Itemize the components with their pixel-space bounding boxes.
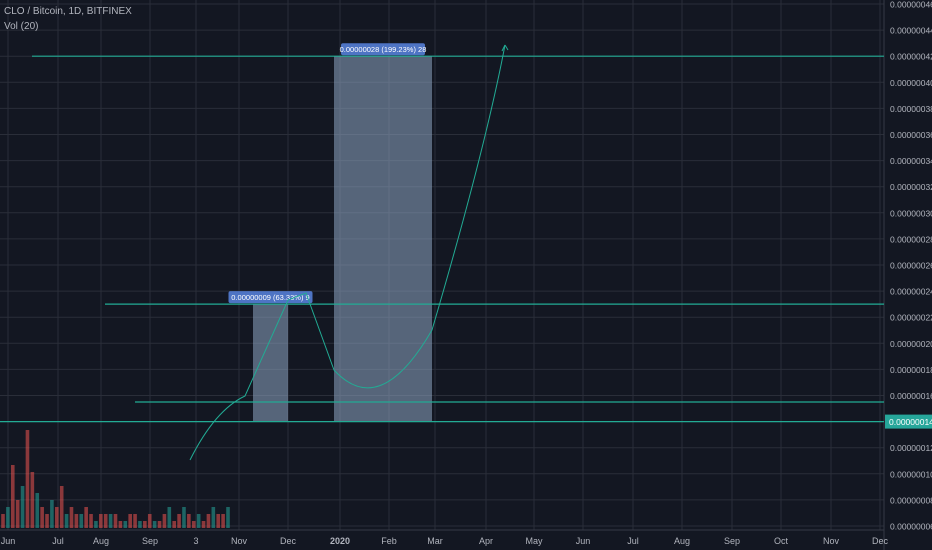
volume-bar [10,465,15,528]
y-tick-label: 0.00000034 [890,156,932,166]
y-tick-label: 0.00000038 [890,104,932,114]
x-tick-label: May [525,536,543,546]
x-tick-label: Nov [231,536,248,546]
y-tick-label: 0.00000032 [890,182,932,192]
volume-bar [55,507,59,528]
y-tick-label: 0.00000006 [890,522,932,532]
volume-bar [143,521,147,528]
x-tick-label: Dec [280,536,297,546]
volume-bar [162,514,167,528]
volume-bar [177,514,181,528]
y-tick-label: 0.00000036 [890,130,932,140]
volume-bar [152,521,157,528]
price-range-label: 0.00000009 (63.33%) 9 [231,293,309,302]
y-tick-label: 0.00000010 [890,469,932,479]
volume-bar [157,521,162,528]
y-tick-label: 0.00000018 [890,365,932,375]
y-tick-label: 0.00000040 [890,78,932,88]
volume-bar [74,514,79,528]
volume-bar [221,514,225,528]
symbol-title: CLO / Bitcoin, 1D, BITFINEX [4,6,132,17]
volume-bar [94,521,98,528]
volume-bar [201,521,206,528]
volume-bar [226,507,230,528]
volume-bar [138,521,142,528]
volume-bar [64,514,69,528]
x-tick-label: Aug [93,536,109,546]
volume-bar [40,507,44,528]
volume-bar [216,514,221,528]
volume-bar [1,514,5,528]
x-tick-label: 2020 [330,536,350,546]
volume-bar [187,514,191,528]
y-tick-label: 0.00000024 [890,287,932,297]
volume-bar [6,507,10,528]
volume-bar [30,472,35,528]
volume-bar [59,486,64,528]
volume-bar [182,507,186,528]
volume-bar [69,507,74,528]
price-range-box[interactable] [334,56,432,422]
volume-bar [35,493,40,528]
x-tick-label: Nov [823,536,840,546]
volume-bar [128,514,132,528]
x-tick-label: Sep [724,536,740,546]
volume-bar [206,514,211,528]
price-chart[interactable]: 0.00000046 0.00000044 0.00000042 0.00000040… [0,0,932,550]
x-tick-label: 3 [193,536,198,546]
x-tick-label: Jun [1,536,16,546]
volume-bar [79,514,84,528]
y-tick-label: 0.00000046 [890,0,932,10]
y-tick-label: 0.00000022 [890,313,932,323]
volume-bar [20,486,25,528]
y-tick-label: 0.00000016 [890,391,932,401]
current-price-label: 0.00000014 [889,417,932,427]
volume-bar [103,514,108,528]
x-tick-label: Apr [479,536,493,546]
y-tick-label: 0.00000030 [890,208,932,218]
x-tick-label: Oct [774,536,789,546]
volume-bar [211,507,216,528]
volume-indicator-label: Vol (20) [4,21,39,32]
y-tick-label: 0.00000020 [890,339,932,349]
volume-bar [25,430,30,528]
volume-bar [172,521,176,528]
volume-bar [108,514,113,528]
volume-bar [196,514,201,528]
x-tick-label: Feb [381,536,397,546]
volume-bar [167,507,172,528]
volume-bar [45,514,49,528]
x-tick-label: Mar [427,536,443,546]
volume-bar [113,514,118,528]
y-tick-label: 0.00000042 [890,52,932,62]
volume-bar [118,521,123,528]
price-range-label: 0.00000028 (199.23%) 28 [340,45,427,54]
price-range-box[interactable] [253,304,288,422]
y-tick-label: 0.00000012 [890,443,932,453]
volume-bar [15,500,20,528]
chart-legend: CLO / Bitcoin, 1D, BITFINEX Vol (20) [4,4,132,34]
chart-area[interactable]: 0.00000046 0.00000044 0.00000042 0.00000040… [0,0,932,550]
volume-bar [50,500,54,528]
y-tick-label: 0.00000008 [890,495,932,505]
x-tick-label: Sep [142,536,158,546]
x-tick-label: Jun [576,536,591,546]
volume-bar [191,521,196,528]
volume-bar [89,514,93,528]
y-tick-label: 0.00000028 [890,234,932,244]
x-tick-label: Dec [872,536,889,546]
y-tick-label: 0.00000026 [890,261,932,271]
volume-bar [123,521,128,528]
x-tick-label: Jul [627,536,639,546]
x-tick-label: Aug [674,536,690,546]
volume-bar [99,514,103,528]
volume-bar [84,507,88,528]
volume-bar [133,514,137,528]
volume-bar [147,514,152,528]
y-tick-label: 0.00000044 [890,26,932,36]
x-tick-label: Jul [52,536,64,546]
